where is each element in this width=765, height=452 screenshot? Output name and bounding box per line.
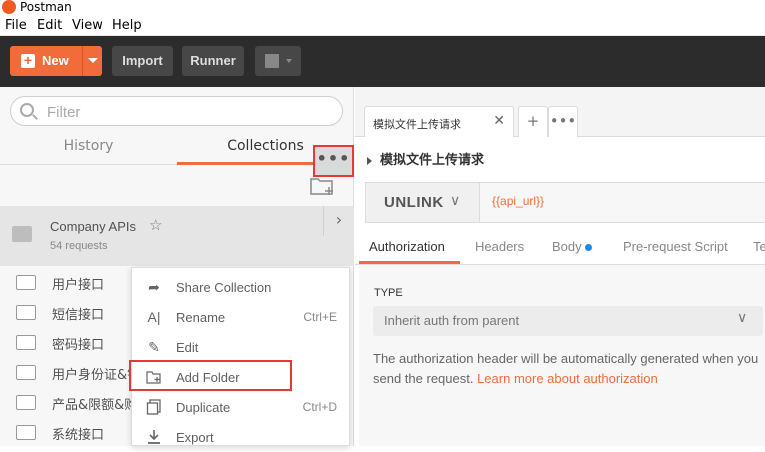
chevron-down-icon xyxy=(286,59,292,63)
import-button[interactable]: Import xyxy=(112,46,173,76)
method-value: UNLINK xyxy=(384,194,444,211)
collection-name: Company APIs xyxy=(50,219,136,234)
auth-type-select[interactable]: Inherit auth from parent ∨ xyxy=(373,306,763,336)
tab-history[interactable]: History xyxy=(0,131,177,164)
folder-name: 短信接口 xyxy=(52,308,105,323)
tab-authorization[interactable]: Authorization xyxy=(369,239,445,254)
folder-item[interactable]: 密码接口 xyxy=(16,328,136,358)
menu-bar: File Edit View Help xyxy=(0,16,765,36)
filter-box[interactable] xyxy=(10,96,343,126)
authorization-panel: TYPE Inherit auth from parent ∨ The auth… xyxy=(359,265,765,446)
collection-context-menu: ➦ Share Collection A| Rename Ctrl+E ✎ Ed… xyxy=(131,267,350,446)
new-tab-button[interactable]: + xyxy=(518,106,548,137)
menu-file[interactable]: File xyxy=(5,18,27,33)
tab-options-button[interactable]: ••• xyxy=(548,106,578,137)
menu-item-edit[interactable]: ✎ Edit xyxy=(132,332,349,362)
chevron-down-icon: ∨ xyxy=(737,310,748,326)
request-title[interactable]: 模拟文件上传请求 xyxy=(367,149,484,168)
menu-item-share-collection[interactable]: ➦ Share Collection xyxy=(132,272,349,302)
folder-icon xyxy=(16,305,36,320)
tab-tests[interactable]: Te xyxy=(753,239,765,254)
new-window-icon xyxy=(265,54,279,68)
new-button-label: New xyxy=(42,53,69,68)
request-tab[interactable]: 模拟文件上传请求 ✕ xyxy=(364,106,514,137)
main-panel: 模拟文件上传请求 ✕ + ••• 模拟文件上传请求 UNLINK ∨ {{api… xyxy=(355,87,765,446)
close-icon[interactable]: ✕ xyxy=(493,113,505,129)
folder-name: 产品&限额&购 xyxy=(52,398,138,413)
folder-name: 用户接口 xyxy=(52,278,105,293)
new-button[interactable]: + New xyxy=(10,46,102,76)
folder-icon xyxy=(16,365,36,380)
folder-icon xyxy=(16,395,36,410)
folder-item[interactable]: 用户接口 xyxy=(16,268,136,298)
star-icon[interactable]: ☆ xyxy=(149,216,162,234)
folder-name: 密码接口 xyxy=(52,338,105,353)
export-icon xyxy=(146,429,162,445)
menu-item-rename[interactable]: A| Rename Ctrl+E xyxy=(132,302,349,332)
menu-item-export[interactable]: Export xyxy=(132,422,349,452)
menu-edit[interactable]: Edit xyxy=(37,18,62,33)
folder-icon xyxy=(16,275,36,290)
new-window-button[interactable] xyxy=(255,46,301,76)
shortcut: Ctrl+E xyxy=(303,310,337,324)
menu-help[interactable]: Help xyxy=(112,18,142,33)
runner-button[interactable]: Runner xyxy=(182,46,244,76)
folder-icon xyxy=(16,335,36,350)
collection-request-count: 54 requests xyxy=(50,240,108,252)
share-icon: ➦ xyxy=(148,279,160,295)
edit-icon: ✎ xyxy=(148,339,160,355)
body-indicator-dot xyxy=(584,244,592,252)
search-icon xyxy=(20,103,34,117)
folder-name: 系统接口 xyxy=(52,428,105,443)
request-tabs: 模拟文件上传请求 ✕ + ••• xyxy=(355,87,765,137)
shortcut: Ctrl+D xyxy=(302,400,337,414)
caret-right-icon xyxy=(367,156,372,165)
request-tab-title: 模拟文件上传请求 xyxy=(373,118,461,131)
folder-icon xyxy=(12,226,32,242)
folder-item[interactable]: 系统接口 xyxy=(16,418,136,448)
more-actions-button[interactable]: ••• xyxy=(313,145,354,177)
url-bar: UNLINK ∨ {{api_url}} xyxy=(365,182,765,223)
type-label: TYPE xyxy=(374,287,403,299)
auth-type-value: Inherit auth from parent xyxy=(384,313,520,328)
new-dropdown-icon[interactable] xyxy=(88,58,98,63)
tab-pre-request-script[interactable]: Pre-request Script xyxy=(623,239,728,254)
toolbar: + New Import Runner xyxy=(0,36,765,87)
rename-icon: A| xyxy=(147,309,161,325)
menu-item-duplicate[interactable]: Duplicate Ctrl+D xyxy=(132,392,349,422)
collection-row[interactable]: Company APIs ☆ 54 requests › xyxy=(0,206,354,266)
new-collection-icon[interactable] xyxy=(309,175,337,197)
tab-headers[interactable]: Headers xyxy=(475,239,524,254)
request-subtabs: Authorization Headers Body Pre-request S… xyxy=(355,231,765,265)
folder-name: 用户身份证&银 xyxy=(52,368,141,383)
duplicate-icon xyxy=(146,399,162,415)
plus-icon: + xyxy=(21,53,35,68)
folder-icon xyxy=(16,425,36,440)
folder-item[interactable]: 用户身份证&银 xyxy=(16,358,140,388)
folder-item[interactable]: 短信接口 xyxy=(16,298,136,328)
postman-logo-icon xyxy=(2,0,16,14)
method-select[interactable]: UNLINK ∨ xyxy=(366,183,480,222)
title-bar: Postman xyxy=(0,0,765,16)
auth-description: The authorization header will be automat… xyxy=(373,351,759,386)
menu-view[interactable]: View xyxy=(72,18,103,33)
filter-input[interactable] xyxy=(47,102,327,122)
learn-more-link[interactable]: Learn more about authorization xyxy=(477,371,658,386)
active-tab-indicator xyxy=(359,261,460,264)
folder-item[interactable]: 产品&限额&购 xyxy=(16,388,138,418)
app-title: Postman xyxy=(20,0,72,14)
chevron-right-icon[interactable]: › xyxy=(323,206,354,236)
url-input[interactable]: {{api_url}} xyxy=(492,194,544,208)
sidebar-tabs: History Collections xyxy=(0,131,354,165)
tab-body[interactable]: Body xyxy=(552,239,592,254)
chevron-down-icon: ∨ xyxy=(450,193,461,209)
add-folder-highlight xyxy=(129,360,292,391)
